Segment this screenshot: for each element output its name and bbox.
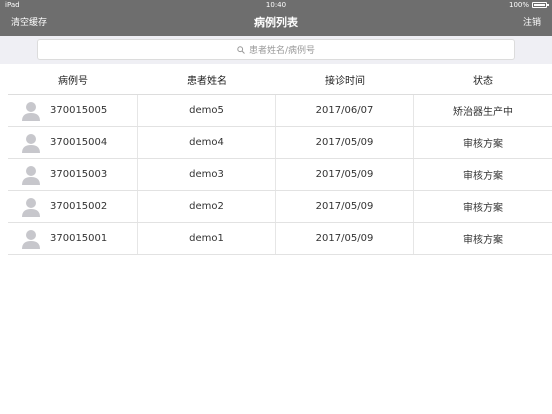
case-id: 370015005 bbox=[50, 105, 108, 116]
case-id: 370015003 bbox=[50, 169, 108, 180]
patient-name: demo2 bbox=[138, 191, 276, 222]
case-status: 审核方案 bbox=[463, 203, 503, 214]
visit-date: 2017/05/09 bbox=[276, 159, 414, 190]
battery-icon bbox=[532, 2, 549, 8]
table-row[interactable]: 370015002 demo2 2017/05/09 审核方案 bbox=[8, 191, 552, 223]
visit-date: 2017/05/09 bbox=[276, 223, 414, 254]
person-avatar-icon bbox=[21, 133, 41, 153]
case-status: 审核方案 bbox=[463, 235, 503, 246]
header-status: 状态 bbox=[473, 75, 493, 87]
battery-percent: 100% bbox=[508, 1, 529, 9]
case-status: 矫治器生产中 bbox=[453, 107, 513, 118]
case-id-cell: 370015001 bbox=[8, 223, 138, 254]
case-id-cell: 370015002 bbox=[8, 191, 138, 222]
search-input[interactable]: 患者姓名/病例号 bbox=[37, 39, 515, 60]
person-avatar-icon bbox=[21, 101, 41, 121]
case-id: 370015002 bbox=[50, 201, 108, 212]
page-title: 病例列表 bbox=[254, 16, 298, 29]
visit-date: 2017/06/07 bbox=[276, 95, 414, 126]
search-placeholder: 患者姓名/病例号 bbox=[248, 46, 316, 56]
case-table: 病例号 患者姓名 接诊时间 状态 370015005 demo5 2017/06… bbox=[8, 64, 552, 255]
header-patient-name: 患者姓名 bbox=[187, 75, 227, 87]
person-avatar-icon bbox=[21, 229, 41, 249]
table-row[interactable]: 370015001 demo1 2017/05/09 审核方案 bbox=[8, 223, 552, 255]
battery-fill bbox=[534, 4, 545, 6]
patient-name: demo3 bbox=[138, 159, 276, 190]
patient-name: demo4 bbox=[138, 127, 276, 158]
table-row[interactable]: 370015005 demo5 2017/06/07 矫治器生产中 bbox=[8, 95, 552, 127]
case-status: 审核方案 bbox=[463, 171, 503, 182]
table-header: 病例号 患者姓名 接诊时间 状态 bbox=[8, 64, 552, 95]
patient-name: demo5 bbox=[138, 95, 276, 126]
visit-date: 2017/05/09 bbox=[276, 191, 414, 222]
patient-name: demo1 bbox=[138, 223, 276, 254]
case-id: 370015004 bbox=[50, 137, 108, 148]
person-avatar-icon bbox=[21, 197, 41, 217]
search-bar: 患者姓名/病例号 bbox=[0, 36, 552, 64]
table-row[interactable]: 370015003 demo3 2017/05/09 审核方案 bbox=[8, 159, 552, 191]
case-id-cell: 370015005 bbox=[8, 95, 138, 126]
visit-date: 2017/05/09 bbox=[276, 127, 414, 158]
case-id-cell: 370015003 bbox=[8, 159, 138, 190]
status-bar: iPad 10:40 100% bbox=[0, 0, 552, 10]
case-id: 370015001 bbox=[50, 233, 108, 244]
person-avatar-icon bbox=[21, 165, 41, 185]
navigation-bar: 清空缓存 病例列表 注销 bbox=[0, 10, 552, 36]
search-icon bbox=[237, 45, 245, 54]
table-row[interactable]: 370015004 demo4 2017/05/09 审核方案 bbox=[8, 127, 552, 159]
header-case-id: 病例号 bbox=[58, 75, 88, 87]
case-status: 审核方案 bbox=[463, 139, 503, 150]
battery-status: 100% bbox=[508, 0, 549, 10]
status-time: 10:40 bbox=[265, 1, 287, 9]
header-visit-date: 接诊时间 bbox=[325, 75, 365, 87]
case-id-cell: 370015004 bbox=[8, 127, 138, 158]
logout-button[interactable]: 注销 bbox=[523, 10, 541, 36]
